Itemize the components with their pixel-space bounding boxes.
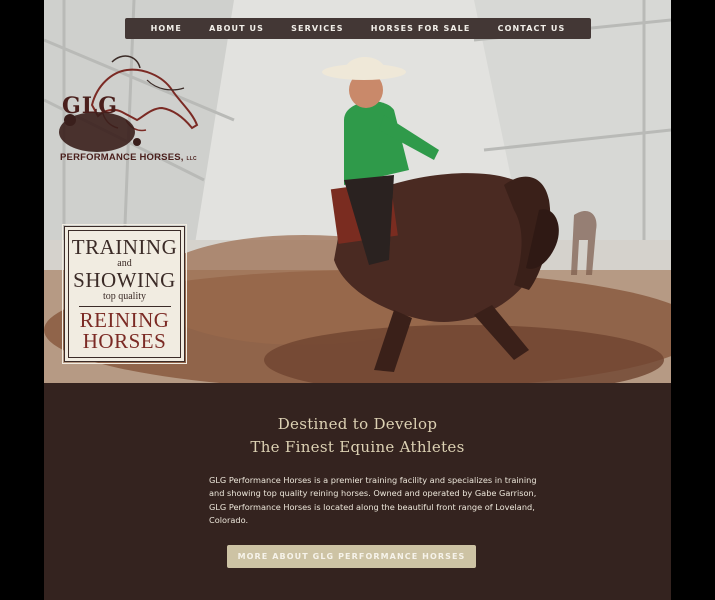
sign-inner-border: TRAINING and SHOWING top quality REINING… xyxy=(68,230,181,358)
logo-name: GLG xyxy=(62,93,119,119)
intro-headline: Destined to Develop The Finest Equine At… xyxy=(44,413,671,459)
nav-contact-us[interactable]: CONTACT US xyxy=(498,24,566,33)
main-nav: HOME ABOUT US SERVICES HORSES FOR SALE C… xyxy=(125,18,591,39)
nav-services[interactable]: SERVICES xyxy=(291,24,343,33)
sign-line-showing: SHOWING xyxy=(73,268,176,292)
nav-horses-for-sale[interactable]: HORSES FOR SALE xyxy=(371,24,471,33)
nav-home[interactable]: HOME xyxy=(151,24,182,33)
headline-line-1: Destined to Develop xyxy=(277,415,438,433)
sign-line-training: TRAINING xyxy=(71,235,178,259)
page-frame: HOME ABOUT US SERVICES HORSES FOR SALE C… xyxy=(44,0,671,600)
sign-line-top-quality: top quality xyxy=(102,291,147,302)
sign-line-reining: REINING xyxy=(79,308,170,332)
more-about-button[interactable]: MORE ABOUT GLG PERFORMANCE HORSES xyxy=(227,545,476,568)
headline-line-2: The Finest Equine Athletes xyxy=(250,438,465,456)
logo-suffix: LLC xyxy=(186,156,197,162)
nav-about-us[interactable]: ABOUT US xyxy=(209,24,264,33)
intro-section: Destined to Develop The Finest Equine At… xyxy=(44,383,671,600)
intro-paragraph: GLG Performance Horses is a premier trai… xyxy=(209,475,537,525)
logo-subtitle-text: PERFORMANCE HORSES xyxy=(60,152,181,163)
hero-photo: HOME ABOUT US SERVICES HORSES FOR SALE C… xyxy=(44,0,671,383)
logo-subtitle: PERFORMANCE HORSES, LLC xyxy=(60,152,197,163)
training-sign: TRAINING and SHOWING top quality REINING… xyxy=(62,224,187,364)
sign-divider xyxy=(78,306,171,307)
sign-line-horses: HORSES xyxy=(82,329,167,353)
